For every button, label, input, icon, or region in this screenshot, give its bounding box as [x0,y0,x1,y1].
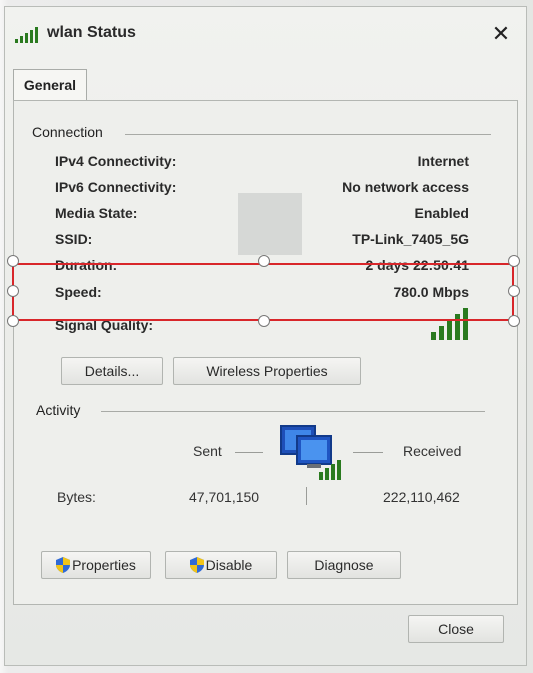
resize-handle-top-middle[interactable] [258,255,270,267]
resize-handle-middle-left[interactable] [7,285,19,297]
activity-divider [306,487,307,505]
ipv4-value: Internet [417,153,469,169]
ipv6-value: No network access [342,179,469,195]
wlan-status-dialog: wlan Status ✕ General Connection IPv4 Co… [4,6,527,666]
sent-label: Sent [193,443,222,459]
signal-bars-icon [15,27,38,43]
bytes-sent-value: 47,701,150 [189,489,260,505]
redacted-patch [238,193,302,255]
title-bar: wlan Status ✕ [5,7,526,55]
wireless-properties-button[interactable]: Wireless Properties [173,357,361,385]
uac-shield-icon [189,557,204,573]
window-title: wlan Status [47,24,136,41]
connection-group-rule [125,134,491,135]
activity-group-rule [101,411,485,412]
tab-general[interactable]: General [13,69,87,101]
network-computers-icon [280,425,341,480]
received-dash-line [353,452,383,453]
tab-panel-general [13,100,518,605]
sent-dash-line [235,452,263,453]
resize-handle-bottom-middle[interactable] [258,315,270,327]
media-state-label: Media State: [55,205,138,221]
resize-handle-top-right[interactable] [508,255,520,267]
connection-group-title: Connection [32,124,103,140]
bytes-received-value: 222,110,462 [383,489,460,505]
resize-handle-middle-right[interactable] [508,285,520,297]
bytes-label: Bytes: [57,489,96,505]
properties-button[interactable]: Properties [41,551,151,579]
diagnose-button[interactable]: Diagnose [287,551,401,579]
ipv6-label: IPv6 Connectivity: [55,179,177,195]
ipv4-label: IPv4 Connectivity: [55,153,177,169]
details-button[interactable]: Details... [61,357,163,385]
activity-group-title: Activity [36,402,81,418]
disable-button[interactable]: Disable [165,551,277,579]
properties-button-label: Properties [72,557,136,573]
uac-shield-icon [56,557,71,573]
received-label: Received [403,443,462,459]
disable-button-label: Disable [205,557,253,573]
resize-handle-bottom-right[interactable] [508,315,520,327]
ssid-value: TP-Link_7405_5G [352,231,469,247]
selection-rectangle[interactable] [12,263,514,321]
resize-handle-bottom-left[interactable] [7,315,19,327]
media-state-value: Enabled [414,205,469,221]
close-button[interactable]: Close [408,615,504,643]
close-icon[interactable]: ✕ [490,23,512,45]
resize-handle-top-left[interactable] [7,255,19,267]
ssid-label: SSID: [55,231,93,247]
